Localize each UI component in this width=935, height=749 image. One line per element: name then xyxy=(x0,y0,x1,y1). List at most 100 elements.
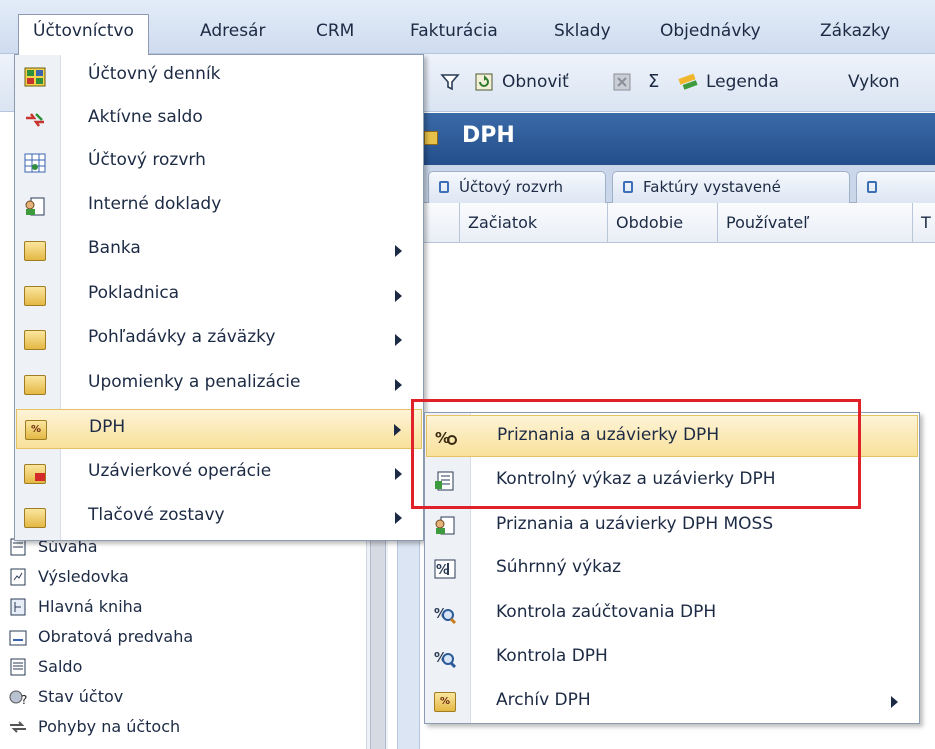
nav-label: Obratová predvaha xyxy=(38,627,194,646)
vat-check-icon: % xyxy=(434,651,456,668)
saldo-doc-icon xyxy=(10,658,26,676)
submenu-item-label: Súhrnný výkaz xyxy=(496,557,622,577)
submenu-item-label: Kontrola DPH xyxy=(496,646,608,666)
nav-item-obratova-predvaha[interactable]: Obratová predvaha xyxy=(8,623,193,651)
submenu-item-label: Archív DPH xyxy=(496,690,591,710)
submenu-arrow-icon xyxy=(891,696,898,708)
menu-item-upomienky-a-penalizacie[interactable]: Upomienky a penalizácie xyxy=(16,365,422,405)
submenu-arrow-icon xyxy=(395,468,402,480)
menu-item-label: Pohľadávky a záväzky xyxy=(88,327,276,347)
excel-icon xyxy=(613,73,631,91)
submenu-item-kontrola-zauctovania-dph[interactable]: % Kontrola zaúčtovania DPH xyxy=(426,593,918,635)
uctovnictvo-dropdown: Účtovný denník Aktívne saldo Účtový rozv… xyxy=(14,54,424,541)
column-obdobie[interactable]: Obdobie xyxy=(608,203,718,243)
tab-faktury-vystavene[interactable]: Faktúry vystavené xyxy=(612,171,850,203)
internal-docs-icon xyxy=(25,197,45,216)
income-statement-icon xyxy=(10,568,26,586)
menu-objednavky[interactable]: Objednávky xyxy=(660,14,761,48)
control-report-icon xyxy=(435,471,454,491)
posting-check-icon: % xyxy=(434,607,456,624)
refresh-icon xyxy=(475,73,493,91)
menu-item-banka[interactable]: Banka xyxy=(16,231,422,271)
nav-item-vysledovka[interactable]: Výsledovka xyxy=(8,563,129,591)
submenu-item-priznania-a-uzavierky-dph[interactable]: % Priznania a uzávierky DPH xyxy=(426,415,918,457)
print-folder-icon xyxy=(24,508,46,528)
tab-next[interactable] xyxy=(856,171,935,203)
nav-item-stav-uctov[interactable]: ? Stav účtov xyxy=(8,683,123,711)
submenu-item-kontrolny-vykaz[interactable]: Kontrolný výkaz a uzávierky DPH xyxy=(426,460,918,502)
menu-item-uzavierkove-operacie[interactable]: Uzávierkové operácie xyxy=(16,454,422,494)
column-t[interactable]: T xyxy=(913,203,935,243)
chart-of-accounts-icon xyxy=(24,153,46,173)
moss-icon xyxy=(435,516,455,535)
reminders-folder-icon xyxy=(24,375,46,395)
sum-icon: Σ xyxy=(648,71,660,92)
closing-folder-icon xyxy=(24,464,46,484)
panel-title: DPH xyxy=(462,123,515,148)
menu-item-uctovny-dennik[interactable]: Účtovný denník xyxy=(16,57,422,97)
submenu-item-priznania-moss[interactable]: Priznania a uzávierky DPH MOSS xyxy=(426,505,918,547)
vat-folder-icon: % xyxy=(25,420,47,440)
grid-column-header: Začiatok Obdobie Používateľ T xyxy=(420,203,935,243)
tab-lock-icon xyxy=(439,181,449,193)
nav-item-hlavna-kniha[interactable]: Hlavná kniha xyxy=(8,593,143,621)
submenu-item-label: Priznania a uzávierky DPH xyxy=(497,425,720,445)
tab-label: Účtový rozvrh xyxy=(459,178,563,196)
tab-strip: Účtový rozvrh Faktúry vystavené xyxy=(420,165,935,203)
nav-item-pohyby-na-uctoch[interactable]: Pohyby na účtoch xyxy=(8,713,180,741)
account-status-icon: ? xyxy=(9,690,27,707)
menu-item-label: Upomienky a penalizácie xyxy=(88,372,301,392)
menu-item-pohladavky-a-zavazky[interactable]: Pohľadávky a záväzky xyxy=(16,320,422,360)
menu-crm[interactable]: CRM xyxy=(316,14,354,48)
nav-label: Hlavná kniha xyxy=(38,597,143,616)
svg-text:?: ? xyxy=(21,693,27,707)
execute-label: Vykon xyxy=(848,72,900,92)
excel-button[interactable] xyxy=(612,67,640,97)
receivables-folder-icon xyxy=(24,330,46,350)
menu-item-uctovy-rozvrh[interactable]: Účtový rozvrh xyxy=(16,143,422,183)
legend-button[interactable]: Legenda xyxy=(678,67,779,97)
menu-sklady[interactable]: Sklady xyxy=(554,14,611,48)
refresh-button[interactable]: Obnoviť xyxy=(474,67,569,97)
menu-fakturacia[interactable]: Fakturácia xyxy=(410,14,498,48)
filter-icon xyxy=(440,74,460,91)
dph-submenu: % Priznania a uzávierky DPH Kontrolný vý… xyxy=(424,412,920,724)
trial-balance-icon xyxy=(9,630,27,646)
legend-icon xyxy=(678,73,698,90)
scrollbar-thumb[interactable] xyxy=(370,532,386,749)
execute-button[interactable]: Vykon xyxy=(848,67,900,97)
column-pouzivatel[interactable]: Používateľ xyxy=(718,203,913,243)
submenu-item-suhrnny-vykaz[interactable]: % Súhrnný výkaz xyxy=(426,548,918,590)
menu-item-label: Banka xyxy=(88,238,141,258)
menu-item-pokladnica[interactable]: Pokladnica xyxy=(16,276,422,316)
menu-item-label: DPH xyxy=(89,417,126,437)
submenu-arrow-icon xyxy=(395,245,402,257)
tab-uctovy-rozvrh[interactable]: Účtový rozvrh xyxy=(428,171,606,203)
submenu-arrow-icon xyxy=(395,379,402,391)
menu-uctovnictvo[interactable]: Účtovníctvo xyxy=(18,14,149,55)
submenu-item-kontrola-dph[interactable]: % Kontrola DPH xyxy=(426,637,918,679)
menu-item-interne-doklady[interactable]: Interné doklady xyxy=(16,187,422,227)
menu-item-label: Tlačové zostavy xyxy=(88,505,225,525)
menu-item-aktivne-saldo[interactable]: Aktívne saldo xyxy=(16,100,422,140)
menu-adresar[interactable]: Adresár xyxy=(200,14,265,48)
filter-button[interactable] xyxy=(440,67,468,97)
tab-lock-icon xyxy=(867,181,877,193)
column-selector[interactable] xyxy=(420,203,460,243)
journal-icon xyxy=(24,67,46,87)
submenu-item-archiv-dph[interactable]: % Archív DPH xyxy=(426,681,918,723)
nav-label: Saldo xyxy=(38,657,83,676)
sum-button[interactable]: Σ xyxy=(648,67,659,97)
menu-zakazky[interactable]: Zákazky xyxy=(820,14,890,48)
menu-item-label: Interné doklady xyxy=(88,194,222,214)
submenu-item-label: Kontrola zaúčtovania DPH xyxy=(496,602,717,622)
refresh-label: Obnoviť xyxy=(502,72,569,92)
submenu-arrow-icon xyxy=(395,334,402,346)
menu-item-dph[interactable]: % DPH xyxy=(16,409,422,449)
lock-icon xyxy=(424,131,438,145)
column-zaciatok[interactable]: Začiatok xyxy=(460,203,608,243)
submenu-arrow-icon xyxy=(394,424,401,436)
menu-item-tlacove-zostavy[interactable]: Tlačové zostavy xyxy=(16,498,422,538)
nav-item-saldo[interactable]: Saldo xyxy=(8,653,82,681)
bank-folder-icon xyxy=(24,241,46,261)
